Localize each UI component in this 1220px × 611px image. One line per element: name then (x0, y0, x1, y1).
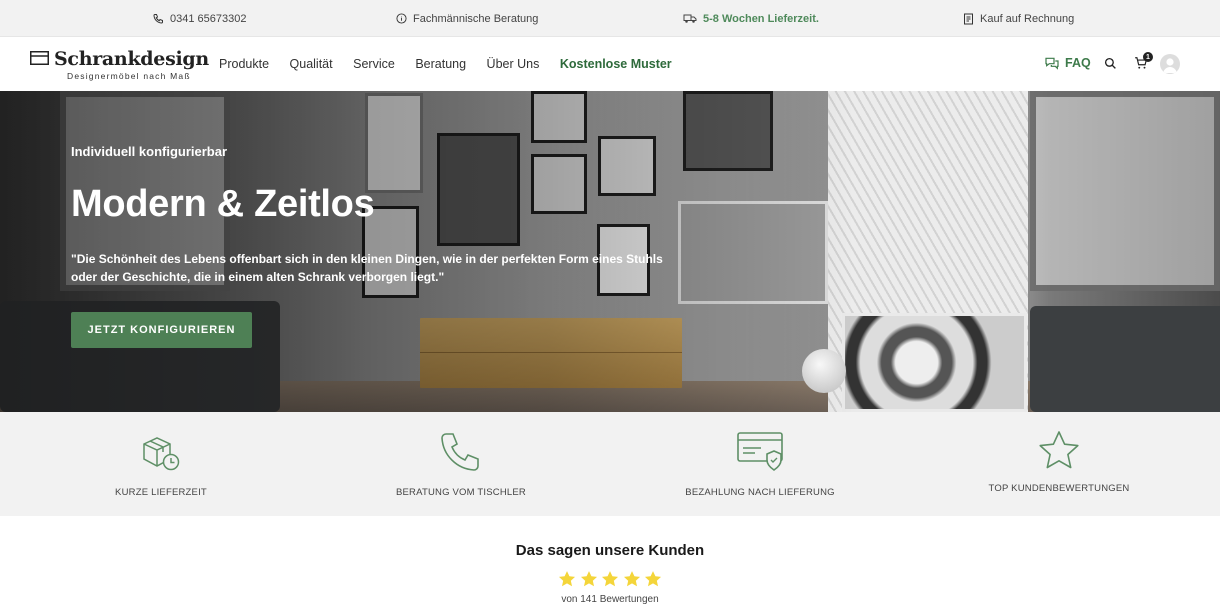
logo-tagline: Designermöbel nach Maß (67, 71, 191, 81)
feature-kurze-lieferzeit: KURZE LIEFERZEIT (31, 412, 291, 516)
phone-icon (153, 13, 163, 24)
reviews-title: Das sagen unsere Kunden (515, 542, 705, 559)
star-icon (580, 571, 597, 587)
truck-icon (683, 14, 697, 23)
faq-label: FAQ (1065, 56, 1091, 70)
reviews-count: von 141 Bewertungen (561, 594, 659, 605)
invoice-icon (964, 13, 973, 24)
logo-name: Schrankdesign (54, 48, 209, 70)
cart-count-badge: 1 (1143, 52, 1153, 62)
star-outline-icon (1039, 431, 1079, 469)
package-clock-icon (143, 437, 180, 471)
feature-bezahlung: BEZAHLUNG NACH LIEFERUNG (630, 412, 890, 516)
topbar-consult-text: Fachmännische Beratung (413, 12, 539, 25)
feature-label: BEZAHLUNG NACH LIEFERUNG (685, 487, 835, 498)
nav-service[interactable]: Service (353, 57, 395, 71)
phone-icon (441, 433, 479, 471)
user-icon (1163, 58, 1177, 73)
topbar-invoice: Kauf auf Rechnung (963, 0, 1074, 37)
topbar-delivery-text: 5-8 Wochen Lieferzeit. (703, 12, 819, 25)
invoice-shield-icon (737, 432, 783, 471)
configure-button[interactable]: JETZT KONFIGURIEREN (71, 312, 252, 348)
nav-qualitaet[interactable]: Qualität (290, 57, 333, 71)
feature-kundenbewertungen: TOP KUNDENBEWERTUNGEN (929, 412, 1189, 516)
topbar-phone[interactable]: 0341 65673302 (152, 0, 246, 37)
nav-ueber-uns[interactable]: Über Uns (487, 57, 540, 71)
hero-eyebrow: Individuell konfigurierbar (71, 144, 228, 159)
faq-link[interactable]: FAQ (1044, 56, 1091, 70)
wardrobe-logo-icon (30, 51, 49, 65)
star-icon (601, 571, 619, 587)
feature-label: BERATUNG VOM TISCHLER (395, 487, 526, 498)
top-info-bar: 0341 65673302 Fachmännische Beratung 5-8… (0, 0, 1220, 37)
hero-quote: "Die Schönheit des Lebens offenbart sich… (71, 252, 663, 284)
topbar-invoice-text: Kauf auf Rechnung (980, 12, 1075, 25)
topbar-phone-text: 0341 65673302 (170, 12, 247, 25)
feature-strip: KURZE LIEFERZEIT BERATUNG VOM TISCHLER B… (0, 412, 1220, 516)
star-icon (558, 571, 576, 587)
star-icon (623, 571, 640, 587)
cart-button[interactable]: 1 (1134, 52, 1153, 75)
nav-kostenlose-muster[interactable]: Kostenlose Muster (560, 57, 672, 71)
feature-label: KURZE LIEFERZEIT (115, 487, 207, 498)
topbar-delivery: 5-8 Wochen Lieferzeit. (683, 0, 819, 37)
star-icon (644, 571, 662, 587)
info-icon (396, 13, 407, 24)
nav-beratung[interactable]: Beratung (415, 57, 466, 71)
main-header: Schrankdesign Designermöbel nach Maß Pro… (0, 37, 1220, 91)
topbar-consult: Fachmännische Beratung (396, 0, 538, 37)
logo[interactable]: Schrankdesign Designermöbel nach Maß (30, 47, 209, 81)
nav-produkte[interactable]: Produkte (219, 57, 269, 71)
rating-stars (558, 570, 662, 588)
feature-label: TOP KUNDENBEWERTUNGEN (988, 483, 1130, 494)
hero-title: Modern & Zeitlos (71, 183, 375, 225)
avatar[interactable] (1160, 54, 1180, 74)
search-icon[interactable] (1104, 57, 1117, 70)
chat-bubbles-icon (1045, 57, 1059, 70)
hero-banner: Individuell konfigurierbar Modern & Zeit… (0, 91, 1220, 412)
feature-beratung: BERATUNG VOM TISCHLER (331, 412, 591, 516)
main-nav: Produkte Qualität Service Beratung Über … (219, 37, 692, 91)
